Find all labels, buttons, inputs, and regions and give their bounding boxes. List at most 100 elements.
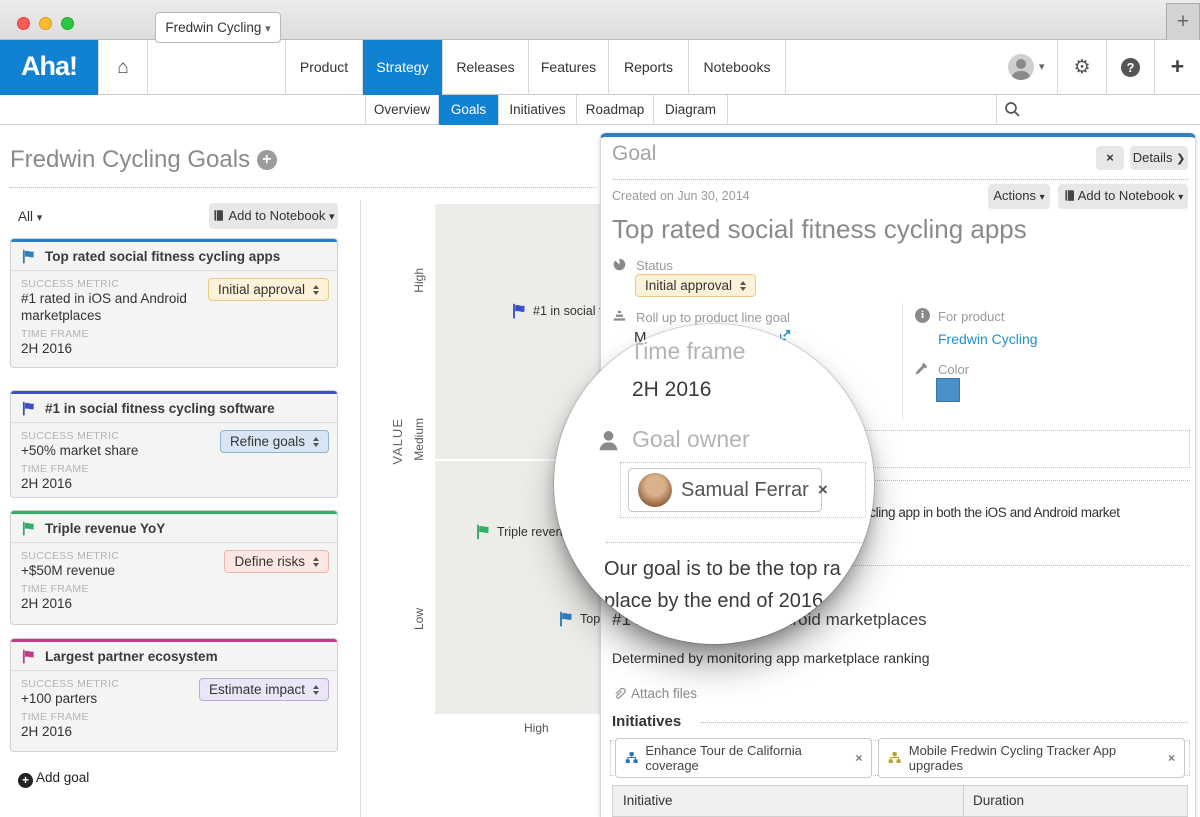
up-down-arrows-icon — [313, 284, 319, 295]
flag-icon — [560, 611, 572, 627]
tab-features[interactable]: Features — [528, 40, 608, 95]
lens-description-line1: Our goal is to be the top ra — [604, 558, 841, 580]
panel-add-to-notebook-button[interactable]: Add to Notebook ▾ — [1058, 184, 1188, 209]
flag-icon — [22, 521, 34, 536]
minimize-window-button[interactable] — [39, 17, 52, 30]
help-icon[interactable]: ? — [1106, 40, 1154, 95]
lens-goal-owner-label: Goal owner — [632, 426, 750, 452]
table-col-divider — [963, 786, 964, 817]
home-icon[interactable]: ⌂ — [98, 40, 148, 95]
remove-owner-icon[interactable]: × — [818, 480, 828, 500]
initiatives-field[interactable]: Enhance Tour de California coverage × Mo… — [610, 738, 1190, 778]
goal-card[interactable]: #1 in social fitness cycling software SU… — [10, 390, 338, 498]
time-frame-value: 2H 2016 — [21, 476, 73, 491]
table-col-duration: Duration — [973, 793, 1025, 808]
color-label: Color — [938, 362, 970, 377]
notebook-icon — [214, 210, 224, 221]
zoom-window-button[interactable] — [61, 17, 74, 30]
chevron-down-icon: ▾ — [1178, 192, 1184, 203]
aha-logo[interactable]: Aha! — [0, 40, 98, 95]
success-metric-value: #1 rated in iOS and Android marketplaces — [21, 291, 187, 323]
status-label: Status — [636, 258, 673, 273]
lens-time-frame-label: Time frame — [630, 338, 746, 364]
chevron-right-icon: ❯ — [1176, 153, 1186, 165]
chart-point[interactable]: #1 in social fi — [511, 303, 605, 319]
status-dropdown[interactable]: Refine goals — [219, 430, 329, 453]
time-frame-label: TIME FRAME — [21, 463, 89, 475]
created-date: Created on Jun 30, 2014 — [612, 189, 750, 203]
chart-x-tick-high: High — [524, 721, 549, 735]
actions-button[interactable]: Actions ▾ — [988, 184, 1050, 209]
color-swatch[interactable] — [936, 378, 960, 402]
user-menu-caret-icon[interactable]: ▾ — [1039, 60, 1045, 73]
chevron-down-icon: ▾ — [265, 23, 271, 35]
tab-product[interactable]: Product — [285, 40, 362, 95]
close-panel-button[interactable]: × — [1096, 146, 1124, 170]
up-down-arrows-icon — [313, 556, 319, 567]
initiatives-divider — [700, 722, 1188, 723]
tab-notebooks[interactable]: Notebooks — [688, 40, 786, 95]
goal-heading: Top rated social fitness cycling apps — [612, 214, 1027, 244]
new-tab-button[interactable]: + — [1166, 3, 1200, 40]
status-dropdown[interactable]: Initial approval — [207, 278, 329, 301]
time-frame-value: 2H 2016 — [21, 724, 73, 739]
initiative-icon — [889, 752, 902, 763]
for-product-label: For product — [938, 309, 1005, 324]
owner-chip[interactable]: Samual Ferrar × — [628, 468, 828, 512]
goal-card[interactable]: Top rated social fitness cycling apps SU… — [10, 238, 338, 368]
chart-point[interactable]: Top — [558, 611, 600, 627]
subnav-divider — [996, 95, 997, 125]
goal-card-title: Top rated social fitness cycling apps — [45, 249, 281, 264]
status-dropdown[interactable]: Estimate impact — [198, 678, 329, 701]
settings-gear-icon[interactable]: ⚙ — [1057, 40, 1106, 95]
add-new-icon[interactable]: + — [1154, 40, 1200, 95]
for-product-link[interactable]: Fredwin Cycling — [938, 331, 1038, 347]
rollup-pyramid-icon — [612, 309, 627, 324]
remove-chip-icon[interactable]: × — [855, 751, 862, 765]
goal-filter-dropdown[interactable]: All ▾ — [18, 209, 42, 224]
tab-releases[interactable]: Releases — [442, 40, 528, 95]
close-window-button[interactable] — [17, 17, 30, 30]
search-icon[interactable] — [1004, 101, 1021, 118]
subtab-initiatives[interactable]: Initiatives — [498, 95, 576, 125]
clock-icon — [562, 342, 588, 368]
lens-divider — [606, 542, 874, 543]
time-frame-value: 2H 2016 — [21, 596, 73, 611]
panel-status-dropdown[interactable]: Initial approval — [635, 274, 757, 297]
add-goal-link[interactable]: + Add goal — [18, 770, 89, 788]
table-col-initiative: Initiative — [623, 793, 673, 808]
subtab-roadmap[interactable]: Roadmap — [576, 95, 653, 125]
initiatives-heading: Initiatives — [612, 713, 682, 730]
details-button[interactable]: Details ❯ — [1130, 146, 1188, 170]
sidebar-add-to-notebook-button[interactable]: Add to Notebook ▾ — [209, 203, 338, 229]
flag-icon — [22, 401, 34, 416]
subtab-goals[interactable]: Goals — [438, 95, 498, 125]
subtab-diagram[interactable]: Diagram — [653, 95, 728, 125]
page-title: Fredwin Cycling Goals + — [10, 146, 277, 174]
paperclip-icon — [615, 687, 626, 699]
person-icon — [596, 428, 621, 453]
status-gauge-icon — [612, 257, 627, 272]
success-metric-value: +$50M revenue — [21, 563, 116, 578]
remove-chip-icon[interactable]: × — [1168, 751, 1175, 765]
owner-name: Samual Ferrar — [681, 478, 809, 501]
subtab-overview[interactable]: Overview — [365, 95, 438, 125]
user-avatar[interactable] — [1008, 54, 1034, 80]
up-down-arrows-icon — [740, 280, 747, 291]
goal-card-title: #1 in social fitness cycling software — [45, 401, 275, 416]
notebook-icon — [1065, 190, 1074, 201]
goal-card[interactable]: Largest partner ecosystem SUCCESS METRIC… — [10, 638, 338, 752]
success-metric-value: +50% market share — [21, 443, 139, 458]
goal-card[interactable]: Triple revenue YoY SUCCESS METRIC +$50M … — [10, 510, 338, 625]
status-dropdown[interactable]: Define risks — [224, 550, 329, 573]
initiative-chip[interactable]: Mobile Fredwin Cycling Tracker App upgra… — [878, 738, 1185, 778]
up-down-arrows-icon — [313, 436, 319, 447]
add-goal-plus-icon[interactable]: + — [256, 150, 277, 170]
workspace-selector[interactable]: Fredwin Cycling ▾ — [155, 12, 281, 43]
tab-strategy[interactable]: Strategy — [362, 40, 442, 95]
goal-card-title: Triple revenue YoY — [45, 521, 166, 536]
attach-files-link[interactable]: Attach files — [612, 686, 697, 701]
initiative-chip[interactable]: Enhance Tour de California coverage × — [615, 738, 873, 778]
tab-reports[interactable]: Reports — [608, 40, 688, 95]
initiative-icon — [625, 752, 638, 763]
